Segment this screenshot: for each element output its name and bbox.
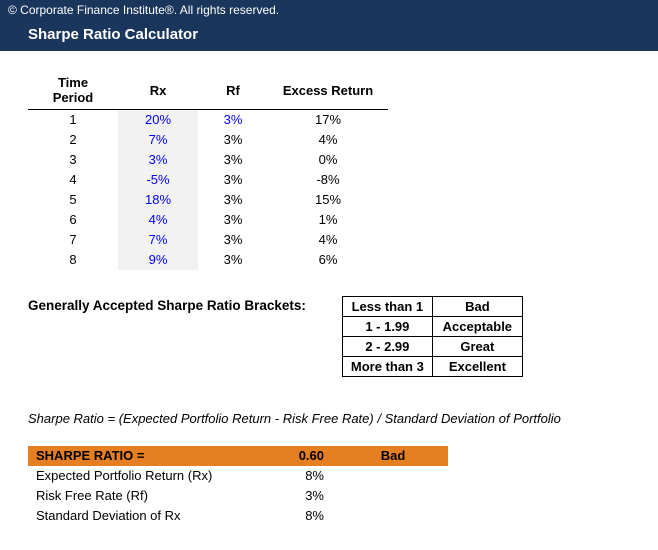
cell-period: 5: [28, 190, 118, 210]
cell-rf: 3%: [198, 230, 268, 250]
result-value: 0.60: [268, 446, 338, 466]
cell-rx: 7%: [118, 130, 198, 150]
content-area: Time Period Rx Rf Excess Return 1 20% 3%…: [0, 51, 658, 542]
bracket-range: Less than 1: [342, 296, 432, 316]
table-row: 4 -5% 3% -8%: [28, 170, 388, 190]
result-line: Risk Free Rate (Rf) 3%: [28, 486, 448, 506]
table-row: 1 20% 3% 17%: [28, 110, 388, 130]
bracket-row: Less than 1 Bad: [342, 296, 522, 316]
cell-er: 0%: [268, 150, 388, 170]
cell-er: 17%: [268, 110, 388, 130]
result-line-label: Expected Portfolio Return (Rx): [28, 466, 268, 486]
cell-er: 6%: [268, 250, 388, 270]
title-bar: Sharpe Ratio Calculator: [0, 20, 658, 51]
cell-er: 1%: [268, 210, 388, 230]
cell-rx: 4%: [118, 210, 198, 230]
cell-rx: 20%: [118, 110, 198, 130]
result-line-value: 8%: [268, 506, 338, 526]
bracket-row: 1 - 1.99 Acceptable: [342, 316, 522, 336]
cell-period: 2: [28, 130, 118, 150]
table-row: 6 4% 3% 1%: [28, 210, 388, 230]
page-title: Sharpe Ratio Calculator: [28, 26, 198, 43]
bracket-rating: Bad: [432, 296, 522, 316]
table-row: 8 9% 3% 6%: [28, 250, 388, 270]
result-line: Standard Deviation of Rx 8%: [28, 506, 448, 526]
returns-table: Time Period Rx Rf Excess Return 1 20% 3%…: [28, 71, 388, 270]
cell-er: 15%: [268, 190, 388, 210]
copyright-bar: © Corporate Finance Institute®. All righ…: [0, 0, 658, 20]
bracket-range: 2 - 2.99: [342, 336, 432, 356]
cell-rx: 9%: [118, 250, 198, 270]
table-row: 3 3% 3% 0%: [28, 150, 388, 170]
col-time-period: Time Period: [28, 71, 118, 110]
result-line-value: 3%: [268, 486, 338, 506]
result-header-row: SHARPE RATIO = 0.60 Bad: [28, 446, 448, 466]
result-label: SHARPE RATIO =: [28, 446, 268, 466]
cell-rx: 18%: [118, 190, 198, 210]
bracket-rating: Excellent: [432, 356, 522, 376]
bracket-row: More than 3 Excellent: [342, 356, 522, 376]
bracket-row: 2 - 2.99 Great: [342, 336, 522, 356]
cell-period: 8: [28, 250, 118, 270]
bracket-range: 1 - 1.99: [342, 316, 432, 336]
cell-period: 6: [28, 210, 118, 230]
result-table: SHARPE RATIO = 0.60 Bad Expected Portfol…: [28, 446, 448, 526]
cell-period: 1: [28, 110, 118, 130]
formula-text: Sharpe Ratio = (Expected Portfolio Retur…: [28, 411, 630, 426]
cell-rf: 3%: [198, 190, 268, 210]
cell-rx: -5%: [118, 170, 198, 190]
cell-rf: 3%: [198, 150, 268, 170]
bracket-rating: Great: [432, 336, 522, 356]
cell-rf: 3%: [198, 210, 268, 230]
bracket-rating: Acceptable: [432, 316, 522, 336]
brackets-section: Generally Accepted Sharpe Ratio Brackets…: [28, 296, 630, 377]
table-row: 2 7% 3% 4%: [28, 130, 388, 150]
cell-er: 4%: [268, 230, 388, 250]
result-line: Expected Portfolio Return (Rx) 8%: [28, 466, 448, 486]
cell-rx: 3%: [118, 150, 198, 170]
bracket-range: More than 3: [342, 356, 432, 376]
col-rf: Rf: [198, 71, 268, 110]
cell-rf: 3%: [198, 170, 268, 190]
cell-period: 3: [28, 150, 118, 170]
result-line-value: 8%: [268, 466, 338, 486]
table-row: 5 18% 3% 15%: [28, 190, 388, 210]
cell-rf: 3%: [198, 110, 268, 130]
result-rating: Bad: [338, 446, 448, 466]
cell-period: 7: [28, 230, 118, 250]
col-rx: Rx: [118, 71, 198, 110]
cell-er: 4%: [268, 130, 388, 150]
cell-rf: 3%: [198, 130, 268, 150]
table-row: 7 7% 3% 4%: [28, 230, 388, 250]
cell-rx: 7%: [118, 230, 198, 250]
result-line-label: Standard Deviation of Rx: [28, 506, 268, 526]
brackets-table: Less than 1 Bad 1 - 1.99 Acceptable 2 - …: [342, 296, 523, 377]
brackets-heading: Generally Accepted Sharpe Ratio Brackets…: [28, 296, 306, 313]
cell-rf: 3%: [198, 250, 268, 270]
cell-period: 4: [28, 170, 118, 190]
cell-er: -8%: [268, 170, 388, 190]
result-line-label: Risk Free Rate (Rf): [28, 486, 268, 506]
copyright-text: © Corporate Finance Institute®. All righ…: [8, 3, 279, 17]
col-excess-return: Excess Return: [268, 71, 388, 110]
